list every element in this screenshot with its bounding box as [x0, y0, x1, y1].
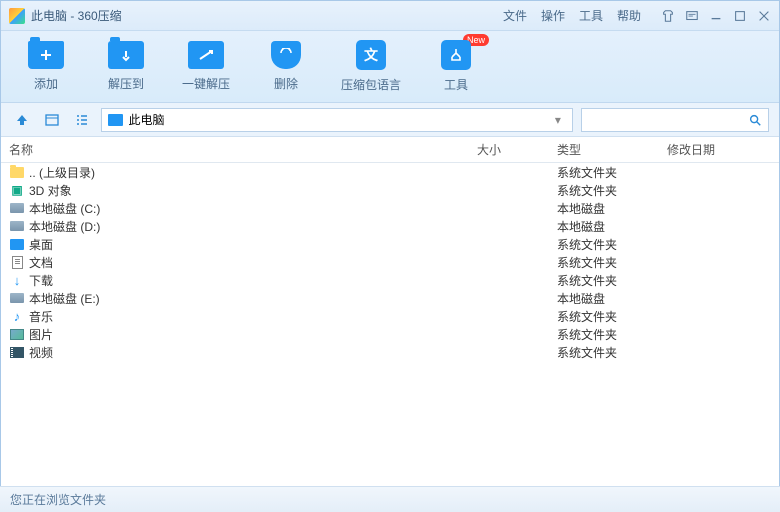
- window-title: 此电脑 - 360压缩: [31, 7, 122, 24]
- drive-icon: [9, 201, 25, 215]
- menu-help[interactable]: 帮助: [617, 7, 641, 24]
- skin-icon[interactable]: [661, 9, 675, 23]
- list-item[interactable]: ↓ 下载 系统文件夹: [1, 271, 779, 289]
- list-item[interactable]: 本地磁盘 (C:) 本地磁盘: [1, 199, 779, 217]
- delete-icon: [271, 41, 301, 69]
- dl-icon: ↓: [9, 273, 25, 287]
- menu-tools[interactable]: 工具: [579, 7, 603, 24]
- window-buttons: [661, 9, 771, 23]
- file-type: 本地磁盘: [557, 200, 667, 217]
- folder-icon: [9, 165, 25, 179]
- app-icon: [9, 8, 25, 24]
- search-box[interactable]: [581, 108, 769, 132]
- language-label: 压缩包语言: [341, 76, 401, 93]
- list-item[interactable]: 桌面 系统文件夹: [1, 235, 779, 253]
- search-input[interactable]: [588, 113, 748, 127]
- language-icon: 文: [356, 40, 386, 70]
- file-type: 本地磁盘: [557, 218, 667, 235]
- file-name: 文档: [29, 254, 477, 271]
- computer-icon: [108, 114, 123, 126]
- path-box[interactable]: ▾: [101, 108, 573, 132]
- extract-one-icon: [188, 41, 224, 69]
- col-name[interactable]: 名称: [9, 141, 477, 158]
- pic-icon: [9, 327, 25, 341]
- file-name: .. (上级目录): [29, 164, 477, 181]
- file-name: 本地磁盘 (D:): [29, 218, 477, 235]
- file-type: 系统文件夹: [557, 326, 667, 343]
- vid-icon: [9, 345, 25, 359]
- file-name: 本地磁盘 (E:): [29, 290, 477, 307]
- list-item[interactable]: 图片 系统文件夹: [1, 325, 779, 343]
- file-type: 系统文件夹: [557, 272, 667, 289]
- list-item[interactable]: ♪ 音乐 系统文件夹: [1, 307, 779, 325]
- music-icon: ♪: [9, 309, 25, 323]
- drive-icon: [9, 291, 25, 305]
- desktop-icon: [9, 237, 25, 251]
- menu-file[interactable]: 文件: [503, 7, 527, 24]
- close-icon[interactable]: [757, 9, 771, 23]
- file-type: 系统文件夹: [557, 164, 667, 181]
- view-list-button[interactable]: [71, 109, 93, 131]
- drive-icon: [9, 219, 25, 233]
- navbar: ▾: [1, 103, 779, 137]
- file-type: 系统文件夹: [557, 254, 667, 271]
- status-text: 您正在浏览文件夹: [10, 491, 106, 508]
- file-type: 系统文件夹: [557, 182, 667, 199]
- col-date[interactable]: 修改日期: [667, 141, 779, 158]
- extract-one-button[interactable]: 一键解压: [181, 41, 231, 92]
- tools-icon: [441, 40, 471, 70]
- file-name: 3D 对象: [29, 182, 477, 199]
- file-name: 桌面: [29, 236, 477, 253]
- status-bar: 您正在浏览文件夹: [0, 486, 780, 512]
- language-button[interactable]: 文 压缩包语言: [341, 40, 401, 93]
- titlebar: 此电脑 - 360压缩 文件 操作 工具 帮助: [1, 1, 779, 31]
- list-item[interactable]: 本地磁盘 (D:) 本地磁盘: [1, 217, 779, 235]
- up-button[interactable]: [11, 109, 33, 131]
- file-name: 音乐: [29, 308, 477, 325]
- list-item[interactable]: .. (上级目录) 系统文件夹: [1, 163, 779, 181]
- 3d-icon: ▣: [9, 183, 25, 197]
- file-name: 图片: [29, 326, 477, 343]
- toolbar: 添加 解压到 一键解压 删除 文 压缩包语言 New 工具: [1, 31, 779, 103]
- path-input[interactable]: [129, 113, 544, 127]
- tools-button[interactable]: New 工具: [431, 40, 481, 93]
- list-item[interactable]: ▣ 3D 对象 系统文件夹: [1, 181, 779, 199]
- list-item[interactable]: 本地磁盘 (E:) 本地磁盘: [1, 289, 779, 307]
- col-size[interactable]: 大小: [477, 141, 557, 158]
- menu-operate[interactable]: 操作: [541, 7, 565, 24]
- add-icon: [28, 41, 64, 69]
- file-type: 系统文件夹: [557, 344, 667, 361]
- delete-label: 删除: [274, 75, 298, 92]
- extract-to-icon: [108, 41, 144, 69]
- menu-bar: 文件 操作 工具 帮助: [503, 7, 641, 24]
- doc-icon: [9, 255, 25, 269]
- column-headers: 名称 大小 类型 修改日期: [1, 137, 779, 163]
- file-name: 下载: [29, 272, 477, 289]
- extract-one-label: 一键解压: [182, 75, 230, 92]
- maximize-icon[interactable]: [733, 9, 747, 23]
- path-dropdown-icon[interactable]: ▾: [550, 113, 566, 127]
- search-icon[interactable]: [748, 113, 762, 127]
- delete-button[interactable]: 删除: [261, 41, 311, 92]
- file-type: 本地磁盘: [557, 290, 667, 307]
- col-type[interactable]: 类型: [557, 141, 667, 158]
- list-item[interactable]: 视频 系统文件夹: [1, 343, 779, 361]
- file-name: 视频: [29, 344, 477, 361]
- file-type: 系统文件夹: [557, 236, 667, 253]
- file-list: .. (上级目录)系统文件夹▣3D 对象系统文件夹本地磁盘 (C:)本地磁盘本地…: [1, 163, 779, 481]
- file-name: 本地磁盘 (C:): [29, 200, 477, 217]
- view-details-button[interactable]: [41, 109, 63, 131]
- minimize-icon[interactable]: [709, 9, 723, 23]
- feedback-icon[interactable]: [685, 9, 699, 23]
- extract-to-button[interactable]: 解压到: [101, 41, 151, 92]
- add-button[interactable]: 添加: [21, 41, 71, 92]
- add-label: 添加: [34, 75, 58, 92]
- file-type: 系统文件夹: [557, 308, 667, 325]
- list-item[interactable]: 文档 系统文件夹: [1, 253, 779, 271]
- tools-label: 工具: [444, 76, 468, 93]
- extract-to-label: 解压到: [108, 75, 144, 92]
